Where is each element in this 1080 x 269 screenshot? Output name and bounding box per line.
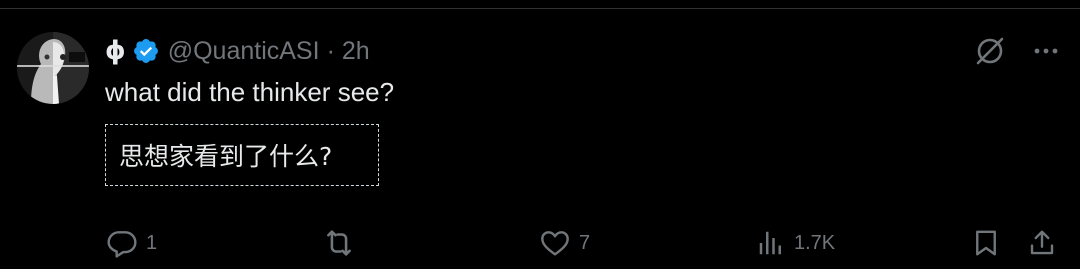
retweet-icon (322, 226, 356, 260)
more-icon[interactable] (1032, 37, 1060, 65)
heart-icon (539, 227, 571, 259)
like-count: 7 (579, 231, 591, 254)
reply-button[interactable]: 1 (106, 224, 157, 262)
reply-icon (106, 227, 138, 259)
share-button[interactable] (1027, 224, 1057, 262)
verified-badge-icon (132, 37, 160, 65)
reply-count: 1 (146, 231, 158, 254)
views-icon (756, 228, 786, 258)
action-bar: 1 7 1.7K (0, 224, 1080, 262)
top-divider (0, 0, 1080, 9)
user-handle[interactable]: @QuanticASI (168, 37, 320, 66)
translation-box: 思想家看到了什么? (105, 124, 379, 186)
bookmark-button[interactable] (971, 224, 1001, 262)
timestamp[interactable]: 2h (342, 37, 370, 66)
views-count: 1.7K (794, 231, 836, 254)
like-button[interactable]: 7 (539, 224, 590, 262)
tweet-header: ϕ @QuanticASI · 2h (105, 34, 370, 68)
avatar[interactable] (17, 32, 89, 104)
grok-icon[interactable] (974, 35, 1006, 67)
translation-text: 思想家看到了什么? (119, 142, 333, 171)
display-name[interactable]: ϕ (105, 36, 126, 66)
separator-dot: · (326, 36, 335, 65)
header-actions (974, 35, 1060, 67)
tweet-text: what did the thinker see? (105, 77, 395, 107)
views-button[interactable]: 1.7K (756, 224, 835, 262)
retweet-button[interactable] (322, 224, 364, 262)
bookmark-icon (971, 227, 1001, 259)
share-icon (1027, 227, 1057, 259)
